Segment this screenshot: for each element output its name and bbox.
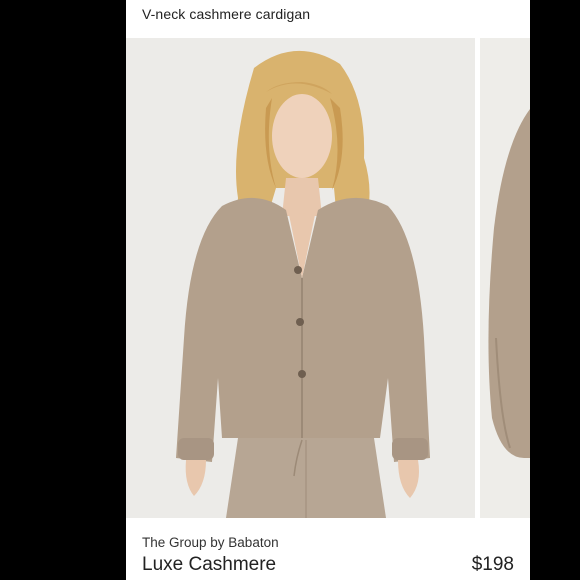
image-carousel[interactable] (126, 38, 530, 518)
face-shape (272, 94, 332, 178)
model-illustration (126, 38, 475, 518)
brand-label[interactable]: The Group by Babaton (142, 535, 279, 550)
product-panel: V-neck cashmere cardigan The Group by Ba… (126, 0, 530, 580)
button-mark (298, 370, 306, 378)
product-photo-next[interactable] (480, 38, 530, 518)
button-mark (294, 266, 302, 274)
screen: V-neck cashmere cardigan The Group by Ba… (0, 0, 580, 580)
product-subtitle: V-neck cashmere cardigan (142, 6, 311, 22)
product-price: $198 (471, 554, 514, 575)
product-photo-main[interactable] (126, 38, 475, 518)
next-photo-preview (480, 38, 530, 518)
button-mark (296, 318, 304, 326)
product-name[interactable]: Luxe Cashmere (142, 554, 276, 576)
